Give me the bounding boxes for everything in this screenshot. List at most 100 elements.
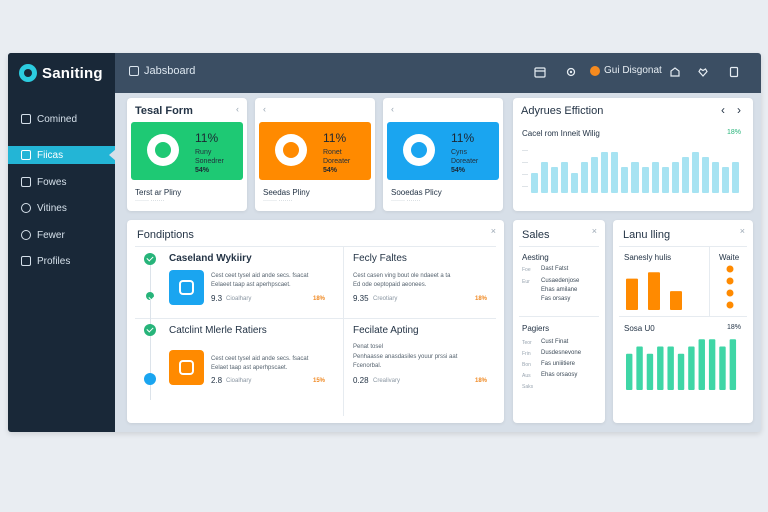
loading-bar-chart	[626, 272, 682, 310]
sidebar-item-label: Fewer	[37, 229, 65, 241]
chart-bar	[626, 278, 638, 310]
chart-bar	[611, 152, 619, 193]
breadcrumb[interactable]: Jabsboard	[129, 65, 195, 77]
close-icon[interactable]: ×	[592, 226, 597, 236]
stat-percent: 54%	[195, 167, 210, 174]
brand[interactable]: Saniting	[8, 53, 115, 93]
close-icon[interactable]: ×	[491, 226, 496, 236]
section-title: Aesting	[522, 253, 549, 262]
stat-line: Doreater	[323, 158, 351, 165]
next-button[interactable]: ›	[737, 103, 741, 117]
chart-bar	[636, 346, 643, 390]
row-text: Dusdesnevone	[541, 350, 582, 356]
check-icon	[144, 253, 156, 265]
divider	[709, 246, 710, 316]
efficiency-bar-chart	[531, 147, 739, 193]
settings-icon[interactable]	[563, 64, 579, 80]
sidebar-item-vitines[interactable]: Vitines	[8, 199, 115, 217]
product-desc: Cest ceet tysel aid ande secs. fsacat	[211, 356, 309, 362]
check-icon	[144, 324, 156, 336]
card-title: Lanu lling	[623, 229, 671, 241]
product-desc: Penhaasse anasdasiles youur prssi aat	[353, 354, 458, 360]
loading-card: Lanu lling × Sanesly hulis Waite Sosa U0…	[613, 220, 753, 423]
chart-bar	[626, 353, 633, 390]
chart-bar	[667, 346, 674, 390]
calendar-icon	[21, 177, 31, 187]
circle-icon	[275, 134, 307, 166]
heart-icon[interactable]	[695, 64, 711, 80]
chevron-left-icon[interactable]: ‹	[263, 104, 266, 114]
efficiency-card: Adyrues Effiction ‹ › Cacel rom Inneit W…	[513, 98, 753, 211]
lock-icon	[21, 114, 31, 124]
product-name: Fecly Faltes	[353, 253, 407, 264]
chart-bar	[551, 167, 559, 193]
chart-bar	[641, 167, 649, 193]
download-icon[interactable]	[726, 64, 742, 80]
stat-value: 11%	[323, 131, 347, 145]
stat-footer: Terst ar Pliny	[135, 188, 182, 197]
product-item[interactable]: Fecilate Apting Penat tosel Penhaasse an…	[353, 322, 493, 412]
chevron-left-icon[interactable]: ‹	[236, 104, 239, 114]
dashboard-icon	[129, 66, 139, 76]
search-icon	[21, 230, 31, 240]
divider	[343, 246, 344, 416]
row-key: Aus	[522, 373, 531, 379]
product-item[interactable]: Fecly Faltes Cest casen ving bout ole nd…	[353, 250, 493, 314]
section-title: Waite	[719, 253, 740, 262]
product-category: Creotiary	[373, 296, 398, 302]
divider	[135, 246, 496, 247]
stat-card[interactable]: ‹ 11% Ronet Doreater 54% Seedas Pliny ··…	[255, 98, 375, 211]
product-percent: 18%	[475, 378, 488, 384]
prev-button[interactable]: ‹	[721, 103, 725, 117]
close-icon[interactable]: ×	[740, 226, 745, 236]
top-bar: Saniting Jabsboard Gui Disgonat	[8, 53, 761, 93]
stat-value: 11%	[451, 131, 475, 145]
user-menu[interactable]: Gui Disgonat	[590, 65, 662, 76]
product-name: Caseland Wykiiry	[169, 253, 252, 264]
product-item[interactable]: Caseland Wykiiry Cest ceet tysel aid and…	[169, 250, 339, 314]
chart-bar	[646, 353, 654, 390]
sidebar-item-comined[interactable]: Comined	[8, 110, 115, 128]
stat-footer: Seedas Pliny	[263, 188, 310, 197]
stat-card[interactable]: ‹ 11% Cyns Doreater 54% Sooedas Plicy ··…	[383, 98, 503, 211]
card-icon	[21, 150, 31, 160]
sidebar-item-label: Fiicas	[37, 149, 64, 161]
chart-bar	[721, 167, 729, 193]
sidebar: Comined Fiicas Fowes Vitines Fewer Profi…	[8, 93, 116, 432]
product-desc: Eelaeet taap ast aperhpscaet.	[211, 282, 291, 288]
chart-bar	[621, 167, 629, 193]
avatar	[590, 65, 600, 76]
card-title: Tesal Form	[135, 105, 193, 117]
product-value: 2.8	[211, 376, 223, 385]
calendar-icon[interactable]	[532, 64, 548, 80]
row-text: Ehas amilane	[541, 287, 578, 293]
card-title: Fondiptions	[137, 229, 194, 241]
chart-bar	[651, 162, 659, 193]
stat-footer-sub: ······· ·······	[391, 198, 421, 204]
divider	[619, 316, 747, 317]
chart-bar	[701, 157, 709, 193]
product-desc: Cest ceet tysel aid ande secs. fsacat	[211, 273, 309, 279]
sidebar-item-fowes[interactable]: Fowes	[8, 173, 115, 191]
status-dot	[726, 289, 734, 297]
sidebar-item-fiicas[interactable]: Fiicas	[8, 146, 116, 164]
axis-tick: —	[522, 148, 528, 154]
share-icon[interactable]	[667, 64, 683, 80]
product-item[interactable]: Catclint Mlerle Ratiers Cest ceet tysel …	[169, 322, 339, 412]
user-name: Gui Disgonat	[604, 65, 662, 76]
stat-card[interactable]: Tesal Form ‹ 11% Runy Sonedrer 54% Terst…	[127, 98, 247, 211]
chart-bar	[561, 162, 569, 193]
chart-badge: 18%	[726, 129, 741, 136]
product-image	[169, 350, 204, 385]
row-text: Ehas orsaosy	[541, 372, 578, 378]
chevron-left-icon[interactable]: ‹	[391, 104, 394, 114]
row-key: Foe	[522, 267, 531, 273]
chart-subtitle: Cacel rom Inneit Wilig	[522, 129, 600, 138]
sidebar-item-fewer[interactable]: Fewer	[8, 226, 115, 244]
product-value: 9.3	[211, 294, 223, 303]
product-image	[169, 270, 204, 305]
sidebar-item-profiles[interactable]: Profiles	[8, 252, 115, 270]
product-desc: Cest casen ving bout ole ndaeet a ta	[353, 273, 451, 279]
product-desc: Penat tosel	[353, 344, 384, 350]
stat-value: 11%	[195, 131, 219, 145]
